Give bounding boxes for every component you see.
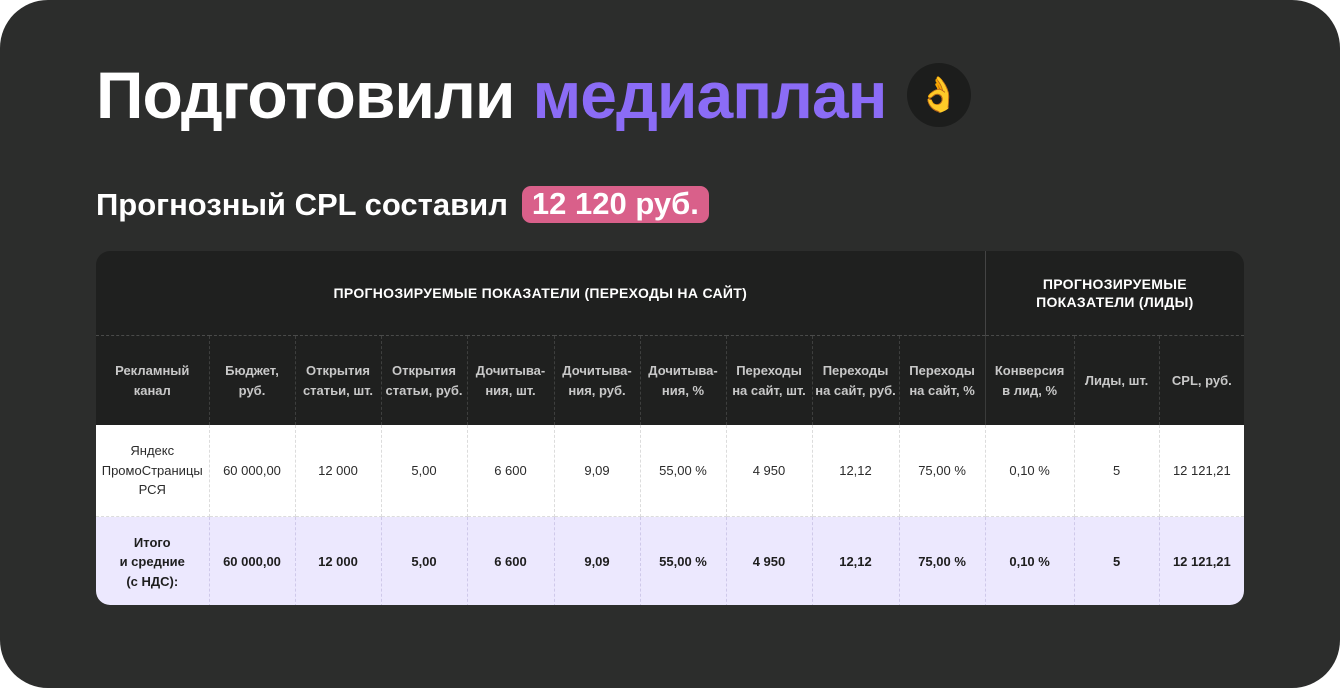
cell-total-label: Итого и средние (с НДС):	[96, 516, 210, 605]
col-header-line: Открытия	[306, 363, 370, 378]
col-header-readthrough-cost: Дочитыва-ния, руб.	[554, 335, 641, 425]
cell-budget: 60 000,00	[209, 425, 296, 517]
col-header-channel: Рекламный канал	[96, 335, 210, 425]
col-header-line: Переходы	[909, 363, 975, 378]
col-header-clicks-count: Переходы на сайт, шт.	[726, 335, 813, 425]
col-header-line: ния, %	[661, 382, 705, 398]
group-header-leads-line1: ПРОГНОЗИРУЕМЫЕ	[1042, 275, 1187, 292]
cell-readthrough-percent: 55,00 %	[640, 425, 727, 517]
col-header-line: ния, руб.	[568, 382, 626, 398]
cell-total-cpl: 12 121,21	[1159, 516, 1244, 605]
col-header-line: Открытия	[392, 363, 456, 378]
cell-leads: 5	[1074, 425, 1160, 517]
mediaplan-table-container: ПРОГНОЗИРУЕМЫЕ ПОКАЗАТЕЛИ (ПЕРЕХОДЫ НА С…	[96, 251, 1244, 605]
mediaplan-table: ПРОГНОЗИРУЕМЫЕ ПОКАЗАТЕЛИ (ПЕРЕХОДЫ НА С…	[96, 251, 1244, 605]
col-header-line: статьи, шт.	[302, 382, 374, 398]
col-header-cpl: CPL, руб.	[1159, 336, 1244, 426]
cell-total-budget: 60 000,00	[209, 516, 296, 605]
col-header-opens-cost: Открытия статьи, руб.	[381, 335, 468, 425]
col-header-clicks-cost: Переходы на сайт, руб.	[812, 335, 900, 425]
col-header-line: Переходы	[736, 363, 802, 378]
cell-channel: Яндекс ПромоСтраницы РСЯ	[96, 425, 210, 517]
col-header-line: руб.	[238, 382, 266, 398]
cpl-subtitle: Прогнозный CPL составил 12 120 руб.	[96, 186, 709, 223]
col-header-line: Лиды, шт.	[1084, 372, 1149, 388]
mediaplan-card: Подготовили медиаплан 👌 Прогнозный CPL с…	[0, 0, 1340, 688]
title-accent: медиаплан	[532, 58, 887, 132]
cell-clicks-percent: 75,00 %	[899, 425, 986, 517]
col-header-line: Дочитыва-	[648, 363, 718, 378]
table-row: Яндекс ПромоСтраницы РСЯ 60 000,00 12 00…	[96, 425, 1244, 517]
col-header-readthrough-count: Дочитыва-ния, шт.	[467, 335, 555, 425]
cell-opens-cost: 5,00	[381, 425, 468, 517]
col-header-budget: Бюджет, руб.	[209, 335, 296, 425]
cell-total-readthrough-cost: 9,09	[554, 516, 641, 605]
col-header-line: статьи, руб.	[385, 382, 463, 398]
col-header-line: Конверсия	[994, 363, 1065, 378]
cell-total-clicks-cost: 12,12	[812, 516, 900, 605]
ok-hand-icon: 👌	[906, 63, 971, 127]
col-header-line: на сайт, шт.	[732, 382, 806, 398]
group-header-leads: ПРОГНОЗИРУЕМЫЕ ПОКАЗАТЕЛИ (ЛИДЫ)	[985, 251, 1244, 336]
col-header-line: на сайт, %	[909, 382, 975, 398]
title-main: Подготовили	[96, 58, 515, 132]
cell-total-clicks-percent: 75,00 %	[899, 516, 986, 605]
col-header-line: канал	[133, 382, 171, 398]
col-header-line: Бюджет,	[225, 363, 279, 378]
cell-clicks-cost: 12,12	[812, 425, 900, 517]
col-header-line: Рекламный	[115, 363, 190, 378]
col-header-line: ния, шт.	[485, 382, 536, 398]
group-header-leads-line2: ПОКАЗАТЕЛИ (ЛИДЫ)	[1036, 294, 1194, 310]
table-total-row: Итого и средние (с НДС): 60 000,00 12 00…	[96, 516, 1244, 605]
total-label-line: (с НДС):	[126, 573, 179, 589]
cell-total-conversion: 0,10 %	[985, 516, 1075, 605]
col-header-line: Переходы	[822, 363, 889, 378]
cell-total-leads: 5	[1074, 516, 1160, 605]
cell-total-opens-count: 12 000	[295, 516, 382, 605]
column-header-row: Рекламный канал Бюджет, руб. Открытия стать…	[96, 335, 1244, 426]
cell-cpl: 12 121,21	[1159, 425, 1244, 517]
subtitle-text: Прогнозный CPL составил	[96, 187, 508, 222]
cpl-value-badge: 12 120 руб.	[521, 186, 709, 223]
col-header-line: Дочитыва-	[475, 363, 546, 378]
cell-total-opens-cost: 5,00	[381, 516, 468, 605]
col-header-clicks-percent: Переходы на сайт, %	[899, 335, 986, 425]
col-header-line: CPL, руб.	[1171, 372, 1232, 388]
cell-clicks-count: 4 950	[726, 425, 813, 517]
total-label-line: Итого	[133, 534, 171, 550]
cell-total-clicks-count: 4 950	[726, 516, 813, 605]
col-header-conversion: Конверсия в лид, %	[985, 335, 1075, 425]
col-header-line: на сайт, руб.	[815, 382, 896, 398]
col-header-readthrough-percent: Дочитыва-ния, %	[640, 335, 727, 425]
cell-total-readthrough-percent: 55,00 %	[640, 516, 727, 605]
cell-total-readthrough-count: 6 600	[467, 516, 555, 605]
col-header-opens-count: Открытия статьи, шт.	[295, 335, 382, 425]
page-title: Подготовили медиаплан 👌	[96, 62, 971, 128]
ok-hand-emoji: 👌	[917, 76, 960, 114]
channel-line: ПромоСтраницы	[101, 462, 203, 478]
group-header-traffic: ПРОГНОЗИРУЕМЫЕ ПОКАЗАТЕЛИ (ПЕРЕХОДЫ НА С…	[96, 251, 986, 336]
col-header-line: Дочитыва-	[562, 363, 632, 378]
channel-line: РСЯ	[138, 482, 166, 498]
col-header-leads: Лиды, шт.	[1074, 335, 1160, 425]
cell-readthrough-cost: 9,09	[554, 425, 641, 517]
total-label-line: и средние	[119, 554, 185, 570]
col-header-line: в лид, %	[1002, 382, 1058, 398]
cell-opens-count: 12 000	[295, 425, 382, 517]
cell-readthrough-count: 6 600	[467, 425, 555, 517]
cell-conversion: 0,10 %	[985, 425, 1075, 517]
channel-line: Яндекс	[130, 443, 175, 459]
group-header-row: ПРОГНОЗИРУЕМЫЕ ПОКАЗАТЕЛИ (ПЕРЕХОДЫ НА С…	[96, 251, 1244, 336]
